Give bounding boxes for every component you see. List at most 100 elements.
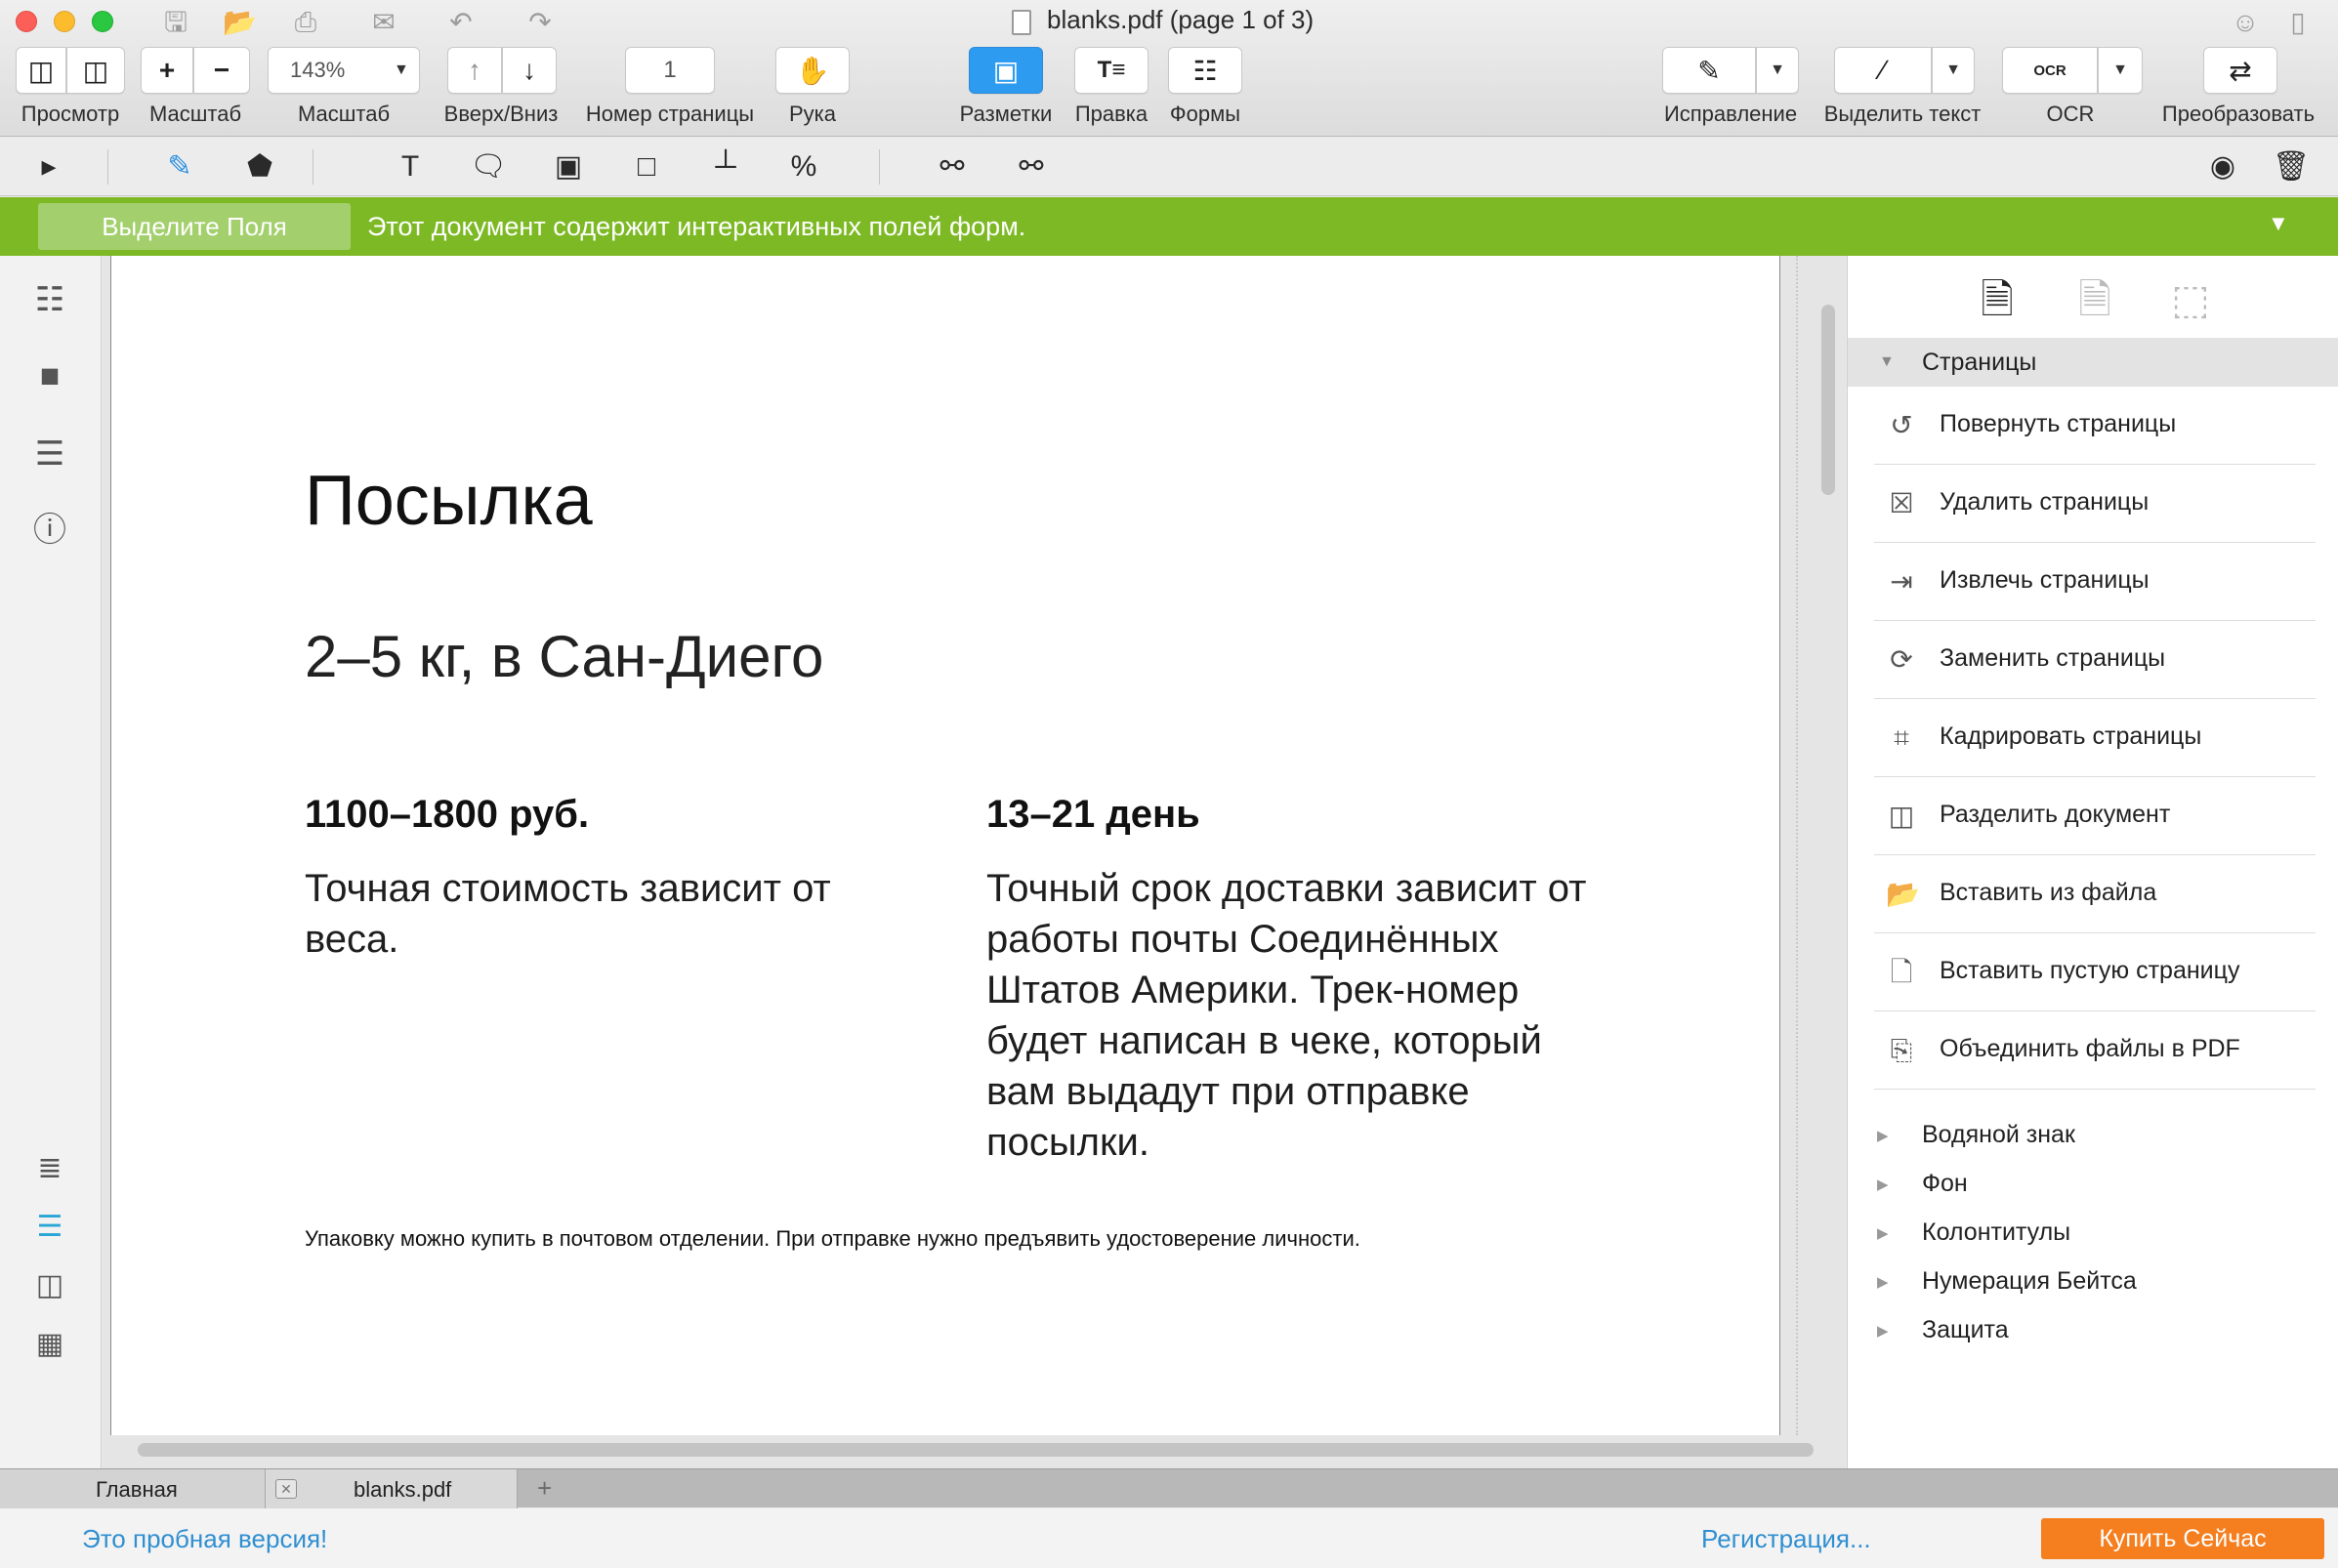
page-number-label: Номер страницы (585, 102, 755, 126)
buy-now-button[interactable]: Купить Сейчас (2041, 1518, 2324, 1559)
pdf-page[interactable]: Посылка 2–5 кг, в Сан-Диего 1100–1800 ру… (110, 256, 1780, 1435)
ocr-button[interactable]: OCR (2002, 47, 2098, 94)
shapes-icon[interactable]: □ (627, 147, 666, 186)
merge-files-item[interactable]: ⎘ Объединить файлы в PDF (1874, 1011, 2316, 1090)
correction-dropdown[interactable]: ▼ (1756, 47, 1799, 94)
add-tab-icon[interactable]: + (537, 1473, 552, 1504)
undo-icon[interactable]: ↶ (444, 6, 478, 39)
section-label: Фон (1922, 1170, 1968, 1197)
minimize-window-button[interactable] (54, 11, 75, 32)
page-number-input[interactable]: 1 (625, 47, 715, 94)
background-section[interactable]: ▶ Фон (1848, 1166, 2338, 1205)
delete-pages-item[interactable]: ☒ Удалить страницы (1874, 465, 2316, 543)
measure-icon[interactable]: % (784, 147, 823, 186)
item-label: Кадрировать страницы (1940, 722, 2202, 750)
smiley-icon[interactable]: ☺ (2229, 6, 2262, 39)
item-label: Вставить пустую страницу (1940, 957, 2240, 984)
header-footer-section[interactable]: ▶ Колонтитулы (1848, 1215, 2338, 1254)
unlink-icon[interactable]: ⚯ (933, 147, 972, 186)
eye-icon[interactable]: ◉ (2203, 147, 2242, 186)
highlight-dropdown[interactable]: ▼ (1932, 47, 1975, 94)
two-page-continuous-mode-icon[interactable]: ▦ (27, 1322, 72, 1367)
register-link[interactable]: Регистрация... (1701, 1524, 1871, 1554)
crop-pages-item[interactable]: ⌗ Кадрировать страницы (1874, 699, 2316, 777)
pages-section-header[interactable]: ▼ Страницы (1848, 338, 2338, 387)
delivery-time-text: Точный срок доставки зависит от работы п… (986, 867, 1587, 1164)
rotate-pages-item[interactable]: ↺ Повернуть страницы (1874, 387, 2316, 465)
ocr-dropdown[interactable]: ▼ (2098, 47, 2143, 94)
horizontal-scrollbar[interactable] (138, 1443, 1814, 1457)
window-title: blanks.pdf (page 1 of 3) (1047, 5, 1315, 34)
doc-subtitle: 2–5 кг, в Сан-Диего (305, 624, 824, 689)
export-tab-icon[interactable]: ⬚ (2166, 269, 2215, 330)
page-up-button[interactable]: ↑ (447, 47, 502, 94)
document-tab-icon[interactable]: 🗎 (2070, 269, 2119, 330)
mail-icon[interactable]: ✉ (367, 6, 400, 39)
vertical-scrollbar[interactable] (1821, 305, 1835, 495)
single-page-mode-icon[interactable]: ≣ (27, 1146, 72, 1191)
pencil-icon[interactable]: ✎ (160, 147, 199, 186)
two-page-view-button[interactable]: ◫ (66, 47, 125, 94)
forms-button[interactable]: ☷ (1168, 47, 1242, 94)
ocr-icon: OCR (2033, 62, 2067, 79)
comment-icon[interactable]: 🗨 (469, 147, 508, 186)
tab-blanks-pdf[interactable]: ✕ blanks.pdf (266, 1469, 518, 1508)
chevron-down-icon[interactable]: ▼ (2268, 211, 2289, 236)
zoom-window-button[interactable] (92, 11, 113, 32)
triangle-right-icon: ▶ (1877, 1225, 1889, 1242)
replace-pages-item[interactable]: ⟳ Заменить страницы (1874, 621, 2316, 699)
form-fields-notice: Выделите Поля Этот документ содержит инт… (0, 197, 2338, 256)
highlight-label: Выделить текст (1823, 102, 1982, 126)
two-page-mode-icon[interactable]: ◫ (27, 1263, 72, 1308)
correction-button[interactable]: ✎ (1662, 47, 1756, 94)
left-sidebar: ☷ ■ ☰ ⓘ ≣ ☰ ◫ ▦ (0, 256, 102, 1468)
watermark-section[interactable]: ▶ Водяной знак (1848, 1117, 2338, 1156)
close-window-button[interactable] (16, 11, 37, 32)
zoom-select[interactable]: 143% ▼ (268, 47, 420, 94)
markup-button[interactable]: ▣ (969, 47, 1043, 94)
device-icon[interactable]: ▯ (2281, 6, 2315, 39)
edit-button[interactable]: T≡ (1074, 47, 1148, 94)
highlight-fields-button[interactable]: Выделите Поля (38, 203, 351, 250)
thumbnails-icon[interactable]: ☷ (27, 277, 72, 322)
document-viewport[interactable]: Посылка 2–5 кг, в Сан-Диего 1100–1800 ру… (103, 256, 1846, 1468)
close-tab-icon[interactable]: ✕ (275, 1479, 297, 1499)
page-down-button[interactable]: ↓ (502, 47, 557, 94)
link-icon[interactable]: ⚯ (1012, 147, 1051, 186)
hand-tool-button[interactable]: ✋ (775, 47, 850, 94)
page-tools-tab-icon[interactable]: 🗎 (1973, 269, 2022, 330)
bookmarks-icon[interactable]: ■ (27, 353, 72, 398)
eraser-icon[interactable]: ⬟ (240, 147, 279, 186)
select-cursor-icon[interactable]: ▸ (29, 147, 68, 186)
doc-title: Посылка (305, 462, 593, 540)
print-icon[interactable]: ⎙ (289, 6, 322, 39)
highlight-text-button[interactable]: ∕ (1834, 47, 1932, 94)
save-icon[interactable]: 🖫 (159, 6, 192, 39)
insert-blank-page-item[interactable]: 🗋 Вставить пустую страницу (1874, 933, 2316, 1011)
view-label: Просмотр (21, 102, 120, 126)
single-page-view-button[interactable]: ◫ (16, 47, 66, 94)
zoom-out-button[interactable]: − (193, 47, 250, 94)
trash-icon[interactable]: 🗑 (2272, 147, 2311, 186)
outline-icon[interactable]: ☰ (27, 432, 72, 476)
insert-blank-page-icon: 🗋 (1890, 957, 1913, 987)
zoom-in-button[interactable]: + (141, 47, 193, 94)
text-tool-icon[interactable]: T (391, 147, 430, 186)
continuous-scroll-mode-icon[interactable]: ☰ (27, 1205, 72, 1250)
insert-from-file-item[interactable]: 📂 Вставить из файла (1874, 855, 2316, 933)
text-box-icon[interactable]: ▣ (549, 147, 588, 186)
price-heading: 1100–1800 руб. (305, 793, 590, 836)
bates-numbering-section[interactable]: ▶ Нумерация Бейтса (1848, 1263, 2338, 1302)
redo-icon[interactable]: ↷ (523, 6, 557, 39)
extract-pages-item[interactable]: ⇥ Извлечь страницы (1874, 543, 2316, 621)
info-icon[interactable]: ⓘ (27, 508, 72, 553)
split-document-item[interactable]: ◫ Разделить документ (1874, 777, 2316, 855)
zoom-label: Масштаб (297, 102, 391, 126)
convert-button[interactable]: ⇄ (2203, 47, 2277, 94)
forms-label: Формы (1169, 102, 1241, 126)
open-folder-icon[interactable]: 📂 (223, 6, 257, 39)
stamp-icon[interactable]: ┴ (706, 147, 745, 186)
tab-home[interactable]: Главная (0, 1469, 266, 1508)
security-section[interactable]: ▶ Защита (1848, 1312, 2338, 1351)
trial-link[interactable]: Это пробная версия! (82, 1524, 327, 1554)
